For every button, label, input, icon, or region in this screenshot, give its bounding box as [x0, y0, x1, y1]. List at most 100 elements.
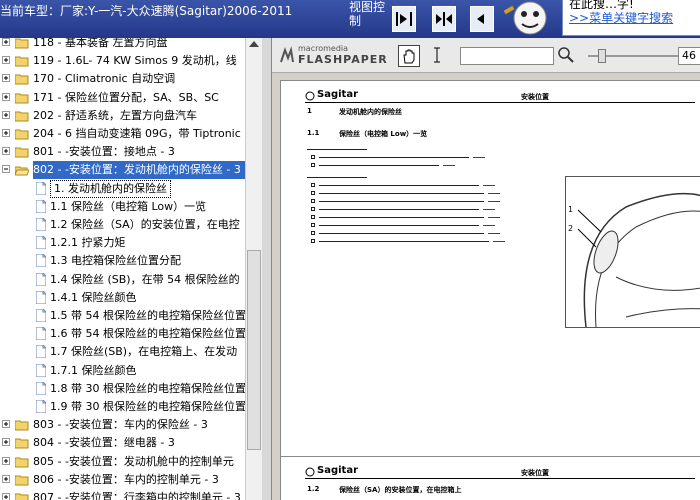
text-line — [319, 157, 469, 158]
folder-icon — [14, 128, 29, 140]
tree-item[interactable]: 119 - 1.6L- 74 KW Simos 9 发动机，线 — [0, 52, 245, 70]
expand-toggle-icon[interactable] — [2, 92, 10, 101]
zoom-slider-knob[interactable] — [598, 49, 606, 63]
list-bullet — [311, 223, 315, 227]
top-header: 当前车型：厂家:Y-一汽-大众速腾(Sagitar)2006-2011 视图控制… — [0, 0, 700, 38]
tree-item[interactable]: 806 - -安装位置：车内的控制单元 - 3 — [0, 471, 245, 489]
tree-item[interactable]: 1.7 保险丝(SB)，在电控箱上、在发动 — [0, 343, 245, 361]
folder-icon — [14, 474, 29, 486]
nav-prev-button[interactable] — [470, 6, 494, 32]
tree-item[interactable]: 1.8 带 30 根保险丝的电控箱保险丝位置 — [0, 380, 245, 398]
tree-item[interactable]: 1.2.1 拧紧力矩 — [0, 234, 245, 252]
pane-splitter[interactable] — [262, 38, 272, 500]
tree-item-label: 1.1 保险丝（电控箱 Low）一览 — [50, 199, 207, 213]
tree-item[interactable]: 118 - 基本装备 左置方向盘 — [0, 38, 245, 52]
expand-toggle-icon[interactable] — [2, 438, 10, 447]
tree-item[interactable]: 802 - -安装位置：发动机舱内的保险丝 - 3 — [0, 161, 245, 180]
tree-item[interactable]: 1.4 保险丝 (SB)，在带 54 根保险丝的 — [0, 271, 245, 289]
car-model-title: 当前车型：厂家:Y-一汽-大众速腾(Sagitar)2006-2011 — [0, 4, 293, 18]
text-line — [319, 185, 479, 186]
tree-item-label: 806 - -安装位置：车内的控制单元 - 3 — [33, 472, 219, 486]
viewer-toolbar: macromedia FLASHPAPER 46 — [272, 38, 700, 73]
cross-ref-link[interactable] — [488, 233, 500, 234]
page-icon — [35, 399, 47, 414]
tree-item[interactable]: 805 - -安装位置：发动机舱中的控制单元 — [0, 453, 245, 471]
folder-icon — [14, 110, 29, 122]
tree-item-label: 1.7.1 保险丝颜色 — [50, 363, 137, 377]
section-1-number: 1 — [307, 107, 312, 115]
tree-item-label: 118 - 基本装备 左置方向盘 — [33, 38, 168, 49]
tree-item-label: 1.5 带 54 根保险丝的电控箱保险丝位置 — [50, 309, 246, 322]
figure-label-2: 2 — [568, 224, 574, 233]
folder-icon — [14, 92, 29, 104]
text-cursor-icon — [434, 47, 440, 63]
tree-item[interactable]: 1.7.1 保险丝颜色 — [0, 362, 245, 380]
list-bullet — [311, 215, 315, 219]
expand-toggle-icon[interactable] — [2, 74, 10, 83]
tree-item[interactable]: 804 - -安装位置：继电器 - 3 — [0, 434, 245, 452]
cross-ref-link[interactable] — [493, 241, 505, 242]
page-icon — [35, 344, 47, 359]
tree-item[interactable]: 807 - -安装位置：行李箱中的控制单元 - 3 — [0, 489, 245, 500]
find-text-input[interactable] — [460, 47, 554, 65]
cross-ref-link[interactable] — [473, 157, 485, 158]
cross-ref-link[interactable] — [488, 217, 500, 218]
expand-toggle-icon[interactable] — [2, 147, 10, 156]
tree-scrollbar[interactable] — [245, 38, 263, 500]
cross-ref-link[interactable] — [488, 193, 500, 194]
cross-ref-link[interactable] — [483, 209, 495, 210]
expand-toggle-icon[interactable] — [2, 38, 10, 46]
tree-item[interactable]: 1.3 电控箱保险丝位置分配 — [0, 252, 245, 270]
expand-toggle-icon[interactable] — [2, 129, 10, 137]
expand-toggle-icon[interactable] — [2, 110, 10, 119]
tree-item-label: 1.7 保险丝(SB)，在电控箱上、在发动 — [50, 345, 238, 359]
cross-ref-link[interactable] — [483, 185, 495, 186]
tree-item-label: 807 - -安装位置：行李箱中的控制单元 - 3 — [33, 491, 241, 500]
tree-item-label: 1.6 带 54 根保险丝的电控箱保险丝位置 — [50, 327, 246, 341]
tree-item[interactable]: 1. 发动机舱内的保险丝 — [0, 179, 245, 198]
macromedia-logo-icon — [280, 46, 294, 63]
tree-item[interactable]: 1.5 带 54 根保险丝的电控箱保险丝位置 — [0, 307, 245, 325]
page-icon — [35, 217, 47, 232]
cross-ref-link[interactable] — [488, 201, 500, 202]
tree-item[interactable]: 1.2 保险丝（SA）的安装位置，在电控 — [0, 216, 245, 234]
magnifier-icon[interactable] — [558, 47, 574, 63]
tree-scroll-thumb[interactable] — [247, 250, 261, 450]
nav-fit-button[interactable] — [432, 6, 456, 32]
mascot-icon — [503, 1, 547, 35]
list-bullet — [311, 199, 315, 203]
tree-item[interactable]: 204 - 6 挡自动变速箱 09G，带 Tiptronic — [0, 125, 245, 143]
tree-item[interactable]: 1.1 保险丝（电控箱 Low）一览 — [0, 198, 245, 216]
tree-item[interactable]: 1.6 带 54 根保险丝的电控箱保险丝位置 — [0, 325, 245, 343]
tree-item[interactable]: 1.9 带 30 根保险丝的电控箱保险丝位置 — [0, 398, 245, 416]
zoom-level-input[interactable]: 46 — [678, 47, 700, 65]
expand-toggle-icon[interactable] — [2, 493, 10, 500]
collapse-toggle-icon[interactable] — [2, 165, 10, 174]
tree-item-label: 204 - 6 挡自动变速箱 09G，带 Tiptronic — [33, 127, 241, 140]
tree-item[interactable]: 171 - 保险丝位置分配，SA、SB、SC — [0, 89, 245, 107]
section-1-1-title: 保险丝（电控箱 Low）一览 — [339, 130, 428, 138]
expand-toggle-icon[interactable] — [2, 456, 10, 465]
tree-item[interactable]: 170 - Climatronic 自动空调 — [0, 70, 245, 88]
tree-item[interactable]: 1.4.1 保险丝颜色 — [0, 289, 245, 307]
tree-item[interactable]: 202 - 舒适系统，左置方向盘汽车 — [0, 107, 245, 125]
page-icon — [35, 308, 47, 323]
text-select-tool[interactable] — [432, 47, 442, 67]
list-bullet — [311, 207, 315, 211]
scroll-up-icon[interactable] — [248, 40, 260, 48]
menu-keyword-search-link[interactable]: >>菜单关键字搜索 — [569, 11, 700, 25]
expand-toggle-icon[interactable] — [2, 420, 10, 429]
cross-ref-link[interactable] — [443, 165, 455, 166]
hand-tool-button[interactable] — [398, 45, 420, 67]
zoom-slider[interactable] — [588, 49, 678, 63]
flashpaper-viewer: macromedia FLASHPAPER 46 Sagitar 安装位置 1 … — [272, 38, 700, 500]
list-bullet — [311, 155, 315, 159]
tree-item[interactable]: 803 - -安装位置：车内的保险丝 - 3 — [0, 416, 245, 434]
figure-label-1: 1 — [568, 205, 574, 214]
expand-toggle-icon[interactable] — [2, 56, 10, 65]
expand-toggle-icon[interactable] — [2, 474, 10, 483]
tree-item[interactable]: 801 - -安装位置：接地点 - 3 — [0, 143, 245, 161]
nav-next-button[interactable] — [392, 6, 416, 32]
cross-ref-link[interactable] — [483, 225, 495, 226]
list-bullet — [311, 231, 315, 235]
